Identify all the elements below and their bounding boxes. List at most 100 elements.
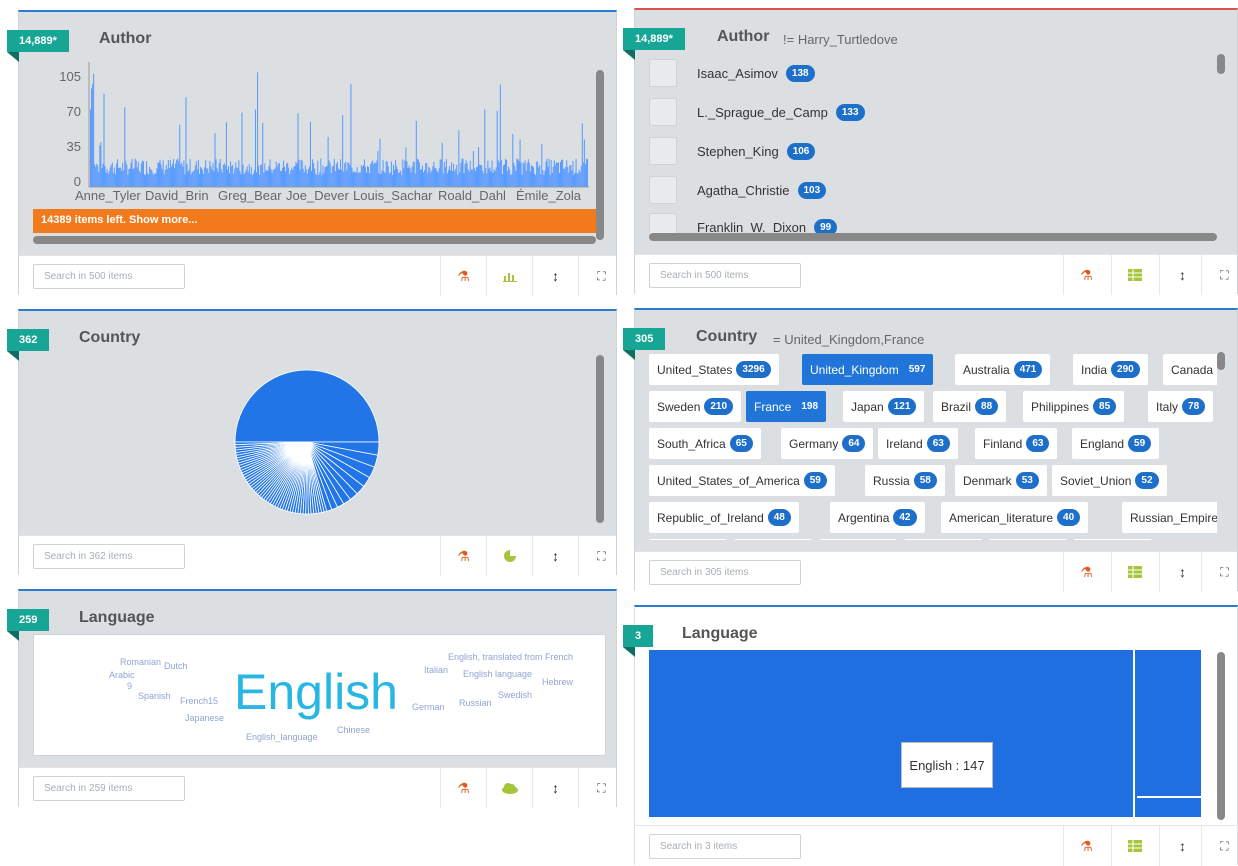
country-chip[interactable]: American_literature 40 xyxy=(941,502,1089,533)
cloud-word[interactable]: English, translated from French xyxy=(448,652,573,662)
cloud-word[interactable]: 9 xyxy=(127,681,132,691)
show-more-button[interactable]: 14389 items left. Show more... xyxy=(33,209,596,233)
cloud-word[interactable]: English_language xyxy=(246,732,318,742)
cloud-word[interactable]: Japanese xyxy=(185,713,224,723)
checkbox[interactable] xyxy=(649,98,677,126)
country-chip[interactable] xyxy=(649,539,727,540)
country-chip[interactable] xyxy=(904,539,982,540)
sort-icon[interactable]: ↕ xyxy=(1159,552,1205,592)
treemap[interactable]: English : 147 xyxy=(649,650,1201,817)
flask-icon[interactable]: ⚗ xyxy=(440,536,486,576)
country-chip[interactable]: Russia 58 xyxy=(865,465,945,496)
flask-icon[interactable]: ⚗ xyxy=(1063,826,1109,866)
country-chip[interactable]: Denmark 53 xyxy=(955,465,1047,496)
country-pie-chart[interactable] xyxy=(232,367,382,517)
flask-icon[interactable]: ⚗ xyxy=(440,256,486,296)
bar-chart-icon[interactable] xyxy=(486,256,532,296)
checkbox[interactable] xyxy=(649,137,677,165)
author-bar-chart[interactable]: 105 70 35 0 Anne_Tyler David_Brin Greg_B… xyxy=(33,52,593,212)
cloud-icon[interactable] xyxy=(486,768,532,808)
word-cloud[interactable]: Romanian Dutch Arabic 9 Spanish French15… xyxy=(33,634,606,756)
country-chip[interactable]: Republic_of_Ireland 48 xyxy=(649,502,799,533)
cloud-word[interactable]: Spanish xyxy=(138,691,171,701)
checkbox[interactable] xyxy=(649,213,677,234)
sort-icon[interactable]: ↕ xyxy=(532,536,578,576)
cloud-word[interactable]: Romanian xyxy=(120,657,161,667)
sort-icon[interactable]: ↕ xyxy=(532,256,578,296)
country-chip[interactable]: Finland 63 xyxy=(975,428,1058,459)
country-chip[interactable]: Japan 121 xyxy=(843,391,925,422)
horizontal-scrollbar[interactable] xyxy=(33,236,596,244)
list-item[interactable]: Stephen_King 106 xyxy=(649,133,816,169)
list-item[interactable]: Franklin_W._Dixon 99 xyxy=(649,212,838,234)
vertical-scrollbar[interactable] xyxy=(1217,652,1225,820)
expand-icon[interactable]: ⛶ xyxy=(578,536,624,576)
list-item[interactable]: Isaac_Asimov 138 xyxy=(649,55,815,91)
sort-icon[interactable]: ↕ xyxy=(532,768,578,808)
search-input[interactable]: Search in 500 items xyxy=(33,264,185,289)
sort-icon[interactable]: ↕ xyxy=(1159,255,1205,295)
country-chip[interactable] xyxy=(989,539,1067,540)
grid-icon[interactable] xyxy=(1111,255,1157,295)
country-chip[interactable]: Russian_Empire38 xyxy=(1122,502,1217,533)
flask-icon[interactable]: ⚗ xyxy=(440,768,486,808)
cloud-word[interactable]: Swedish xyxy=(498,690,532,700)
country-chip[interactable]: Ireland 63 xyxy=(878,428,958,459)
expand-icon[interactable]: ⛶ xyxy=(578,256,624,296)
expand-icon[interactable]: ⛶ xyxy=(578,768,624,808)
cloud-word[interactable]: Italian xyxy=(424,665,448,675)
vertical-scrollbar[interactable] xyxy=(1217,352,1225,370)
cloud-word[interactable]: Russian xyxy=(459,698,492,708)
country-chip[interactable]: Canada231 xyxy=(1163,354,1217,385)
country-chip[interactable]: Brazil 88 xyxy=(933,391,1007,422)
vertical-scrollbar[interactable] xyxy=(596,355,604,523)
country-chip[interactable]: Argentina 42 xyxy=(830,502,925,533)
search-input[interactable]: Search in 500 items xyxy=(649,263,801,288)
grid-icon[interactable] xyxy=(1111,826,1157,866)
country-chip[interactable]: Germany 64 xyxy=(781,428,874,459)
country-chip[interactable] xyxy=(819,539,897,540)
treemap-cell[interactable] xyxy=(1137,650,1201,798)
treemap-cell[interactable] xyxy=(1137,800,1201,817)
cloud-word[interactable]: Chinese xyxy=(337,725,370,735)
search-input[interactable]: Search in 362 items xyxy=(33,544,185,569)
pie-chart-icon[interactable] xyxy=(486,536,532,576)
country-chip[interactable]: South_Africa 65 xyxy=(649,428,761,459)
vertical-scrollbar[interactable] xyxy=(596,70,604,240)
cloud-word[interactable]: Dutch xyxy=(164,661,188,671)
list-item[interactable]: Agatha_Christie 103 xyxy=(649,172,827,208)
checkbox[interactable] xyxy=(649,59,677,87)
cloud-word[interactable]: English language xyxy=(463,669,532,679)
flask-icon[interactable]: ⚗ xyxy=(1063,552,1109,592)
country-chip[interactable]: United_States_of_America 59 xyxy=(649,465,835,496)
checkbox[interactable] xyxy=(649,176,677,204)
sort-icon[interactable]: ↕ xyxy=(1159,826,1205,866)
flask-icon[interactable]: ⚗ xyxy=(1063,255,1109,295)
country-chip[interactable]: Philippines 85 xyxy=(1023,391,1125,422)
search-input[interactable]: Search in 3 items xyxy=(649,834,801,859)
country-chip[interactable]: Soviet_Union 52 xyxy=(1052,465,1167,496)
expand-icon[interactable]: ⛶ xyxy=(1201,826,1238,866)
country-chip[interactable]: France 198 xyxy=(746,391,827,422)
country-chip[interactable]: India 290 xyxy=(1073,354,1148,385)
country-chip[interactable]: England 59 xyxy=(1072,428,1160,459)
country-chip[interactable]: Australia 471 xyxy=(955,354,1051,385)
vertical-scrollbar[interactable] xyxy=(1217,54,1225,74)
cloud-word[interactable]: French15 xyxy=(180,696,218,706)
treemap-cell[interactable] xyxy=(649,650,1135,817)
horizontal-scrollbar[interactable] xyxy=(649,233,1217,241)
country-chip[interactable] xyxy=(1074,539,1152,540)
cloud-word[interactable]: German xyxy=(412,702,445,712)
list-item[interactable]: L._Sprague_de_Camp 133 xyxy=(649,94,865,130)
expand-icon[interactable]: ⛶ xyxy=(1201,255,1238,295)
grid-icon[interactable] xyxy=(1111,552,1157,592)
cloud-word[interactable]: Hebrew xyxy=(542,677,573,687)
search-input[interactable]: Search in 259 items xyxy=(33,776,185,801)
search-input[interactable]: Search in 305 items xyxy=(649,560,801,585)
country-chip[interactable]: Italy 78 xyxy=(1148,391,1214,422)
country-chip[interactable]: United_States 3296 xyxy=(649,354,779,385)
cloud-word[interactable]: Arabic xyxy=(109,670,135,680)
expand-icon[interactable]: ⛶ xyxy=(1201,552,1238,592)
cloud-word[interactable]: English xyxy=(234,667,398,717)
country-chip[interactable] xyxy=(734,539,812,540)
